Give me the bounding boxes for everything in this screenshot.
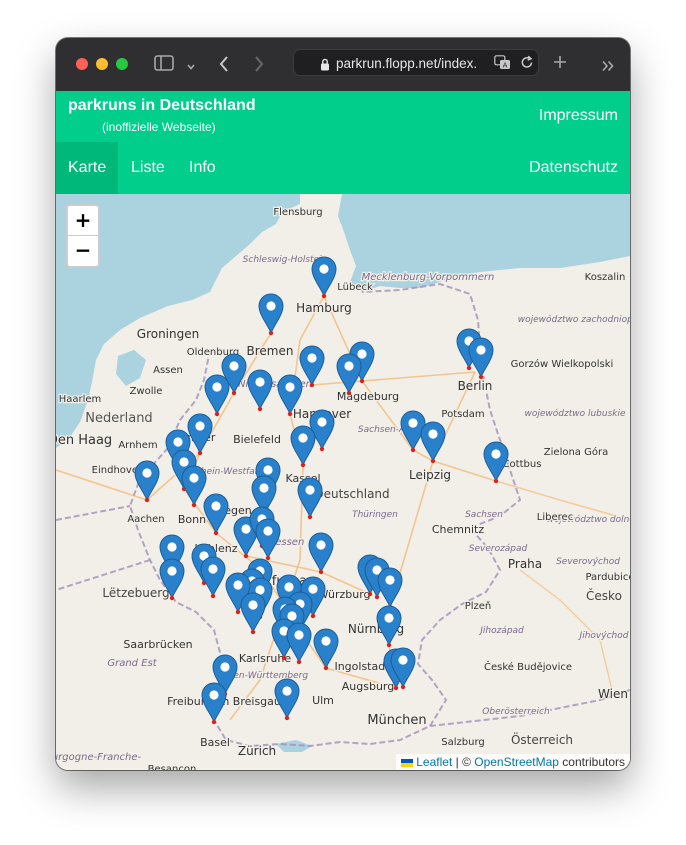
ukraine-flag-icon bbox=[401, 758, 414, 767]
map-label-wien: Wien bbox=[598, 687, 628, 701]
map-label-severozapad: Severozápad bbox=[469, 544, 528, 554]
lock-icon bbox=[320, 56, 330, 75]
map-label-gorzow: Gorzów Wielkopolski bbox=[511, 358, 614, 370]
chevron-down-icon[interactable] bbox=[186, 57, 196, 76]
map-label-berlin: Berlin bbox=[458, 379, 493, 393]
back-icon[interactable] bbox=[218, 55, 230, 77]
map-label-oesterreich: Österreich bbox=[511, 731, 573, 747]
map-label-pardubice: Pardubice bbox=[585, 572, 630, 583]
map-label-zwolle: Zwolle bbox=[130, 386, 163, 397]
zoom-in-button[interactable]: + bbox=[68, 206, 98, 236]
minimize-window-button[interactable] bbox=[96, 58, 108, 70]
openstreetmap-link[interactable]: OpenStreetMap bbox=[474, 755, 559, 769]
map-label-chemnitz: Chemnitz bbox=[432, 523, 484, 536]
site-title: parkruns in Deutschland bbox=[68, 97, 256, 114]
zoom-control: + − bbox=[66, 204, 100, 268]
site-header: parkruns in Deutschland (inoffizielle We… bbox=[56, 91, 630, 194]
nav-karte[interactable]: Karte bbox=[56, 142, 119, 194]
map-label-besancon: Besançon bbox=[148, 764, 197, 770]
map-label-liberec: Liberec bbox=[537, 512, 573, 523]
map-label-haarlem: Haarlem bbox=[59, 394, 102, 405]
map-label-muenchen: München bbox=[367, 713, 426, 728]
map-label-zuerich: Zürich bbox=[238, 744, 276, 758]
map-label-bonn: Bonn bbox=[178, 513, 206, 526]
zoom-window-button[interactable] bbox=[116, 58, 128, 70]
map-label-sachsen: Sachsen bbox=[465, 510, 503, 520]
address-bar[interactable]: parkrun.flopp.net/index.h A bbox=[293, 49, 539, 76]
nav-datenschutz[interactable]: Datenschutz bbox=[517, 142, 630, 194]
map-label-ulm: Ulm bbox=[312, 694, 334, 707]
map-label-bourgogne: Bourgogne-Franche- bbox=[56, 752, 142, 763]
map-label-arnhem: Arnhem bbox=[118, 440, 157, 451]
map-label-magdeburg: Magdeburg bbox=[337, 390, 399, 403]
forward-icon[interactable] bbox=[253, 55, 265, 77]
svg-text:A: A bbox=[503, 62, 508, 70]
map-label-thueringen: Thüringen bbox=[352, 510, 398, 520]
map-label-saarbruecken: Saarbrücken bbox=[123, 638, 192, 651]
attribution-suffix: contributors bbox=[558, 755, 625, 769]
map-label-mecklenburg: Mecklenburg-Vorpommern bbox=[362, 272, 495, 283]
map-label-zielona-gora: Zielona Góra bbox=[544, 446, 608, 458]
map-label-flensburg: Flensburg bbox=[273, 207, 322, 218]
map-label-praha: Praha bbox=[508, 557, 542, 571]
map-label-oberoesterreich: Oberösterreich bbox=[482, 707, 550, 717]
map-label-augsburg: Augsburg bbox=[342, 680, 394, 693]
map-label-deutschland: Deutschland bbox=[314, 487, 389, 501]
map-label-groningen: Groningen bbox=[137, 327, 199, 341]
map-label-letzebuerg: Lëtzebuerg bbox=[102, 586, 169, 600]
map-label-severovychod: Severovýchod bbox=[556, 557, 620, 567]
map-label-luebeck: Lübeck bbox=[337, 282, 373, 293]
map-label-nederland: Nederland bbox=[85, 411, 152, 426]
reload-icon[interactable] bbox=[520, 55, 534, 74]
impressum-link[interactable]: Impressum bbox=[539, 107, 618, 125]
map[interactable]: Flensburg Schleswig-Holstein Lübeck Mecklen… bbox=[56, 194, 630, 770]
zoom-out-button[interactable]: − bbox=[68, 236, 98, 265]
map-label-grand-est: Grand Est bbox=[107, 658, 157, 669]
map-label-potsdam: Potsdam bbox=[441, 409, 484, 420]
nav-info[interactable]: Info bbox=[177, 142, 228, 194]
new-tab-icon[interactable] bbox=[552, 54, 568, 74]
url-text: parkrun.flopp.net/index.h bbox=[336, 56, 476, 71]
tab-overview-icon[interactable] bbox=[601, 57, 615, 76]
map-tiles: FlensburgSchleswig-HolsteinLübeckMecklen… bbox=[56, 194, 630, 770]
map-label-plzen: Plzeň bbox=[465, 600, 492, 612]
close-window-button[interactable] bbox=[76, 58, 88, 70]
map-label-ingolstadt: Ingolstadt bbox=[334, 660, 390, 673]
map-label-ceske-budejovice: České Budějovice bbox=[484, 660, 572, 673]
map-label-cottbus: Cottbus bbox=[503, 459, 542, 470]
map-label-aachen: Aachen bbox=[127, 514, 164, 525]
map-attribution: Leaflet | © OpenStreetMap contributors bbox=[396, 754, 630, 770]
sidebar-toggle-icon[interactable] bbox=[154, 55, 174, 75]
map-label-jihovychod: Jihovýchod bbox=[578, 631, 629, 641]
browser-window: parkrun.flopp.net/index.h A parkruns in … bbox=[56, 38, 630, 770]
translate-icon[interactable]: A bbox=[494, 55, 511, 74]
leaflet-link[interactable]: Leaflet bbox=[416, 755, 452, 769]
map-label-salzburg: Salzburg bbox=[441, 737, 484, 748]
browser-toolbar: parkrun.flopp.net/index.h A bbox=[56, 38, 630, 91]
map-label-assen: Assen bbox=[153, 365, 183, 376]
map-label-koszalin: Koszalin bbox=[585, 272, 626, 283]
attribution-separator: | © bbox=[452, 755, 475, 769]
map-label-den-haag: Den Haag bbox=[56, 433, 112, 448]
map-label-zachodniopomorskie: województwo zachodniopomorskie bbox=[518, 314, 630, 325]
map-label-jihozapad: Jihozápad bbox=[478, 626, 524, 636]
map-label-bielefeld: Bielefeld bbox=[233, 433, 281, 446]
map-label-leipzig: Leipzig bbox=[409, 468, 451, 482]
map-label-basel: Basel bbox=[200, 736, 230, 749]
map-label-lubuskie: województwo lubuskie bbox=[524, 408, 625, 419]
map-label-hamburg: Hamburg bbox=[296, 301, 352, 315]
site-subtitle: (inoffizielle Webseite) bbox=[102, 120, 216, 134]
map-label-cesko: Česko bbox=[586, 588, 622, 603]
map-label-bremen: Bremen bbox=[247, 344, 294, 358]
nav-liste[interactable]: Liste bbox=[119, 142, 177, 194]
